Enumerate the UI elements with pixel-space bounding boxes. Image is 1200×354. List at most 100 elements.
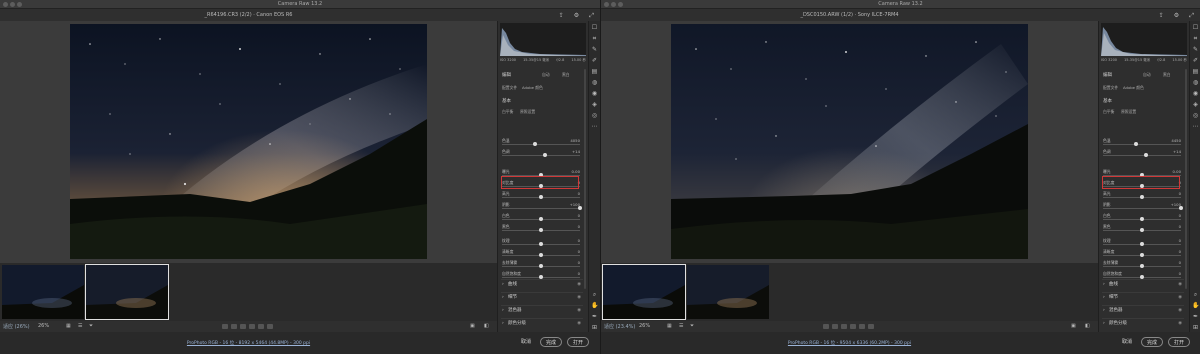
slider-0[interactable]: 色温 4050 (502, 138, 580, 148)
open-button[interactable]: 打开 (1168, 337, 1190, 347)
done-button[interactable]: 完成 (1141, 337, 1163, 347)
slider-value[interactable]: +14 (1173, 149, 1181, 154)
slider-value[interactable]: 0 (578, 238, 580, 243)
slider-value[interactable]: 0 (1179, 260, 1181, 265)
open-button[interactable]: 打开 (567, 337, 589, 347)
heal-icon[interactable]: ✎ (591, 46, 598, 53)
panel-scrollbar[interactable] (1185, 69, 1187, 289)
fullscreen-icon[interactable]: ⤢ (589, 12, 594, 20)
zoom-fit-button[interactable]: 适应 (23.4%) (604, 323, 635, 330)
slider-value[interactable]: 0 (578, 224, 580, 229)
thumbnail-2[interactable] (687, 265, 769, 319)
sampler-icon[interactable]: ✒ (1192, 313, 1199, 320)
slider-value[interactable]: 4450 (1171, 138, 1181, 143)
slider-value[interactable]: 0.00 (1173, 169, 1181, 174)
done-button[interactable]: 完成 (540, 337, 562, 347)
radial-icon[interactable]: ◍ (1192, 79, 1199, 86)
basic-section-title[interactable]: 基本 (1103, 98, 1112, 104)
save-icon[interactable]: ⇪ (1159, 12, 1164, 20)
thumbnail-1[interactable] (602, 264, 686, 320)
snapshot-icon[interactable]: ◈ (1192, 101, 1199, 108)
brush-icon[interactable]: ✐ (591, 57, 598, 64)
slider-10[interactable]: 去除薄雾 0 (1103, 260, 1181, 270)
slider-handle[interactable] (539, 242, 543, 246)
slider-0[interactable]: 色温 4450 (1103, 138, 1181, 148)
slider-value[interactable]: 0 (578, 249, 580, 254)
slider-handle[interactable] (542, 153, 547, 157)
gradient-icon[interactable]: ▤ (591, 68, 598, 75)
slider-track[interactable] (502, 144, 580, 145)
section-grading[interactable]: › 颜色分级 ◉ (1102, 318, 1184, 327)
slider-handle[interactable] (1140, 242, 1144, 246)
gear-icon[interactable]: ⚙ (574, 12, 579, 20)
zoom-percent[interactable]: 26% (639, 323, 650, 329)
radial-icon[interactable]: ◍ (591, 79, 598, 86)
grid-icon[interactable]: ⊞ (591, 324, 598, 331)
thumbnail-1[interactable] (2, 265, 84, 319)
preset-icon[interactable]: ◎ (1192, 112, 1199, 119)
zoom-percent[interactable]: 26% (38, 323, 49, 329)
slider-handle[interactable] (1143, 153, 1148, 157)
brush-icon[interactable]: ✐ (1192, 57, 1199, 64)
gradient-icon[interactable]: ▤ (1192, 68, 1199, 75)
slider-7[interactable]: 黑色 0 (1103, 224, 1181, 234)
profile-select[interactable]: Adobe 颜色 (522, 85, 543, 91)
compare-view-icon[interactable]: ◧ (1085, 323, 1090, 329)
slider-value[interactable]: 0 (1179, 191, 1181, 196)
slider-track[interactable] (1103, 155, 1181, 156)
single-view-icon[interactable]: ▣ (470, 323, 475, 329)
preset-icon[interactable]: ◎ (591, 112, 598, 119)
zoom-fit-button[interactable]: 适应 (26%) (3, 323, 30, 330)
slider-handle[interactable] (1140, 253, 1144, 257)
slider-handle[interactable] (539, 195, 543, 199)
sort-icon[interactable]: ☰ (78, 323, 82, 329)
workflow-link[interactable]: ProPhoto RGB - 16 位 - 8192 x 5464 (44.8M… (0, 340, 497, 346)
slider-1[interactable]: 色调 +14 (502, 149, 580, 159)
save-icon[interactable]: ⇪ (559, 12, 564, 20)
slider-handle[interactable] (1179, 206, 1183, 210)
slider-7[interactable]: 黑色 0 (502, 224, 580, 234)
cancel-button[interactable]: 取消 (1117, 337, 1137, 347)
slider-handle[interactable] (578, 206, 582, 210)
zoom-icon[interactable]: ⌕ (591, 291, 598, 298)
bw-button[interactable]: 黑白 (562, 72, 570, 78)
basic-section-title[interactable]: 基本 (502, 98, 511, 104)
slider-track[interactable] (1103, 208, 1181, 209)
filmstrip-icon[interactable]: ▦ (66, 323, 71, 329)
grid-icon[interactable]: ⊞ (1192, 324, 1199, 331)
section-detail[interactable]: › 细节 ◉ (1102, 292, 1184, 301)
auto-button[interactable]: 自动 (1143, 72, 1151, 78)
slider-handle[interactable] (1133, 142, 1138, 146)
edit-tool-icon[interactable]: ☐ (591, 24, 598, 31)
slider-1[interactable]: 色调 +14 (1103, 149, 1181, 159)
section-detail[interactable]: › 细节 ◉ (501, 292, 583, 301)
slider-track[interactable] (502, 155, 580, 156)
slider-9[interactable]: 清晰度 0 (502, 249, 580, 259)
slider-handle[interactable] (532, 142, 537, 146)
slider-value[interactable]: 0 (578, 213, 580, 218)
sort-icon[interactable]: ☰ (679, 323, 683, 329)
slider-5[interactable]: 阴影 +100 (1103, 202, 1183, 212)
crop-icon[interactable]: ⌗ (591, 35, 598, 42)
slider-value[interactable]: 0 (578, 271, 580, 276)
slider-handle[interactable] (539, 217, 543, 221)
section-mixer[interactable]: › 混色器 ◉ (501, 305, 583, 314)
slider-8[interactable]: 纹理 0 (502, 238, 580, 248)
slider-value[interactable]: 0 (1179, 249, 1181, 254)
panel-scrollbar[interactable] (584, 69, 586, 289)
workflow-link[interactable]: ProPhoto RGB - 16 位 - 9504 x 6336 (60.2M… (601, 340, 1098, 346)
slider-handle[interactable] (539, 228, 543, 232)
slider-value[interactable]: 0 (1179, 213, 1181, 218)
more-icon[interactable]: ⋯ (1192, 123, 1199, 130)
slider-8[interactable]: 纹理 0 (1103, 238, 1181, 248)
crop-icon[interactable]: ⌗ (1192, 35, 1199, 42)
slider-value[interactable]: 0 (1179, 238, 1181, 243)
filter-icon[interactable]: ⏷ (690, 323, 694, 329)
slider-value[interactable]: 4050 (570, 138, 580, 143)
slider-value[interactable]: 0 (1179, 224, 1181, 229)
slider-handle[interactable] (1140, 228, 1144, 232)
slider-6[interactable]: 白色 0 (502, 213, 580, 223)
bw-button[interactable]: 黑白 (1163, 72, 1171, 78)
snapshot-icon[interactable]: ◈ (591, 101, 598, 108)
auto-button[interactable]: 自动 (542, 72, 550, 78)
